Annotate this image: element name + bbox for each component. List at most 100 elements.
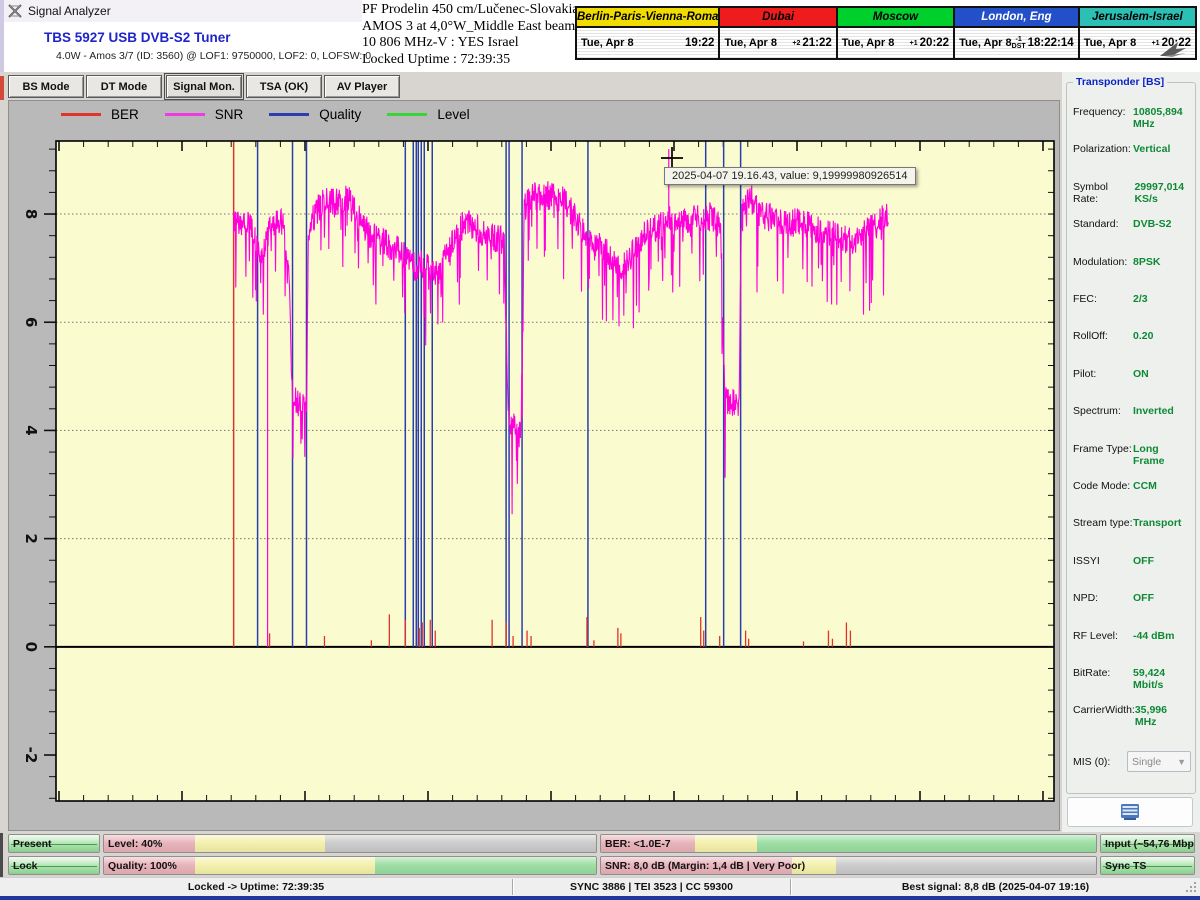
tab-bs-mode[interactable]: BS Mode — [8, 75, 84, 98]
transponder-value: -44 dBm — [1133, 630, 1191, 644]
disk-icon — [1119, 803, 1141, 821]
clock-utc-offset: +1 — [910, 40, 920, 47]
tuner-config: 4.0W - Amos 3/7 (ID: 3560) @ LOF1: 97500… — [56, 50, 371, 62]
transponder-row-fec: FEC: 2/3 — [1073, 293, 1191, 307]
transponder-value: 10805,894 MHz — [1133, 106, 1191, 120]
transponder-value: 0.20 — [1133, 330, 1191, 344]
transponder-row-pilot: Pilot: ON — [1073, 368, 1191, 382]
save-button[interactable] — [1067, 797, 1193, 827]
present-bar-label: Present — [13, 835, 52, 852]
transponder-label: RF Level: — [1073, 630, 1118, 644]
clock-time: 19:22 — [685, 37, 714, 49]
ber-bar: BER: <1.0E-7 — [600, 834, 1097, 853]
clock-time: 18:22:14 — [1028, 37, 1074, 49]
left-edge-sliver — [0, 0, 4, 72]
transponder-value: CCM — [1133, 480, 1191, 494]
clock-time-row: Tue, Apr 8-1DST18:22:14 — [955, 28, 1078, 58]
transponder-value: DVB-S2 — [1133, 218, 1191, 232]
clock-moscow: MoscowTue, Apr 8+120:22 — [838, 8, 955, 58]
transponder-row-issyi: ISSYIOFF — [1073, 555, 1191, 569]
tuner-name: TBS 5927 USB DVB-S2 Tuner — [44, 30, 231, 45]
signal-chart[interactable]: 86420-2 — [9, 101, 1059, 830]
lock-bar-label: Lock — [13, 857, 38, 874]
bar-gloss — [104, 835, 596, 852]
clock-time-row: Tue, Apr 8 19:22 — [577, 28, 718, 58]
clock-date: Tue, Apr 8 — [724, 37, 777, 49]
status-uptime: Locked -> Uptime: 72:39:35 — [0, 878, 512, 896]
station-info-line-2: 10 806 MHz-V : YES Israel — [362, 35, 576, 52]
resize-grip[interactable] — [1184, 880, 1198, 894]
transponder-value: Vertical — [1133, 143, 1191, 157]
ber-bar-label: BER: <1.0E-7 — [605, 835, 671, 852]
transponder-row-spectrum: Spectrum:Inverted — [1073, 405, 1191, 419]
clock-date: Tue, Apr 8 — [842, 37, 895, 49]
mis-row: MIS (0): Single▼ — [1073, 751, 1191, 772]
transponder-label: Modulation: — [1073, 256, 1127, 270]
transponder-groupbox: Transponder [BS] Frequency:10805,894 MHz… — [1066, 82, 1196, 794]
clock-time-row: Tue, Apr 8+221:22 — [720, 28, 835, 58]
svg-text:2: 2 — [22, 533, 40, 543]
transponder-row-frametype: Frame Type:Long Frame — [1073, 443, 1191, 457]
svg-text:-2: -2 — [22, 747, 40, 764]
transponder-label: Standard: — [1073, 218, 1119, 232]
transponder-value: Transport — [1133, 517, 1191, 531]
input-bar-label: Input (~54,76 Mbps) — [1105, 835, 1195, 852]
transponder-label: Frame Type: — [1073, 443, 1132, 457]
transponder-label: BitRate: — [1073, 667, 1110, 681]
lock-bar: Lock — [8, 856, 100, 875]
transponder-row-streamtype: Stream type:Transport — [1073, 517, 1191, 531]
clock-date: Tue, Apr 8 — [1084, 37, 1137, 49]
transponder-value: Long Frame — [1133, 443, 1191, 457]
transponder-title: Transponder [BS] — [1073, 76, 1167, 88]
transponder-row-npd: NPD:OFF — [1073, 592, 1191, 606]
snr-bar-label: SNR: 8,0 dB (Margin: 1,4 dB | Very Poor) — [605, 857, 805, 874]
clock-city-label: Berlin-Paris-Vienna-Roma — [577, 8, 718, 28]
transponder-row-symbolrate: Symbol Rate:29997,014 KS/s — [1073, 181, 1191, 195]
mis-select[interactable]: Single▼ — [1127, 751, 1191, 772]
mis-label: MIS (0): — [1073, 756, 1110, 768]
clock-date: Tue, Apr 8 — [959, 37, 1012, 49]
transponder-label: Frequency: — [1073, 106, 1126, 120]
transponder-value: 2/3 — [1133, 293, 1191, 307]
clock-london-eng: London, EngTue, Apr 8-1DST18:22:14 — [955, 8, 1080, 58]
left-edge-red-sliver — [0, 76, 4, 100]
tab-av-player[interactable]: AV Player — [324, 75, 400, 98]
signal-chart-panel: BERSNRQualityLevel 86420-2 — [8, 100, 1060, 831]
transponder-value: OFF — [1133, 592, 1191, 606]
quality-bar-label: Quality: 100% — [108, 857, 177, 874]
transponder-value: 8PSK — [1133, 256, 1191, 270]
transponder-label: Code Mode: — [1073, 480, 1130, 494]
present-bar: Present — [8, 834, 100, 853]
input-bar: Input (~54,76 Mbps) — [1100, 834, 1195, 853]
tab-tsa-ok-[interactable]: TSA (OK) — [246, 75, 322, 98]
transponder-label: Pilot: — [1073, 368, 1096, 382]
transponder-value: Inverted — [1133, 405, 1191, 419]
transponder-value: 29997,014 KS/s — [1134, 181, 1191, 195]
transponder-value: 35,996 MHz — [1135, 704, 1191, 718]
app-icon — [8, 4, 22, 18]
level-bar-label: Level: 40% — [108, 835, 162, 852]
tab-dt-mode[interactable]: DT Mode — [86, 75, 162, 98]
top-strip: Signal Analyzer TBS 5927 USB DVB-S2 Tune… — [0, 0, 1200, 72]
clock-date: Tue, Apr 8 — [581, 37, 634, 49]
transponder-row-standard: Standard: DVB-S2 — [1073, 218, 1191, 232]
transponder-label: RollOff: — [1073, 330, 1108, 344]
station-info-line-3: Locked Uptime : 72:39:35 — [362, 52, 576, 69]
transponder-label: Polarization: — [1073, 143, 1131, 157]
window-titlebar[interactable]: Signal Analyzer — [0, 0, 362, 22]
status-sync-counters: SYNC 3886 | TEI 3523 | CC 59300 — [513, 878, 790, 896]
svg-text:4: 4 — [22, 425, 40, 435]
svg-text:0: 0 — [22, 642, 40, 652]
chevron-down-icon: ▼ — [1177, 757, 1186, 767]
transponder-row-polarization: Polarization:Vertical — [1073, 143, 1191, 157]
sync-bar: Sync TS — [1100, 856, 1195, 875]
quality-bar: Quality: 100% — [103, 856, 597, 875]
transponder-value: OFF — [1133, 555, 1191, 569]
transponder-label: FEC: — [1073, 293, 1097, 307]
tab-signal-mon-[interactable]: Signal Mon. — [166, 75, 242, 98]
transponder-value: ON — [1133, 368, 1191, 382]
clock-dubai: DubaiTue, Apr 8+221:22 — [720, 8, 837, 58]
clock-time-row: Tue, Apr 8+120:22 — [838, 28, 953, 58]
bar-gloss — [104, 857, 596, 874]
transponder-label: Symbol Rate: — [1073, 181, 1134, 195]
